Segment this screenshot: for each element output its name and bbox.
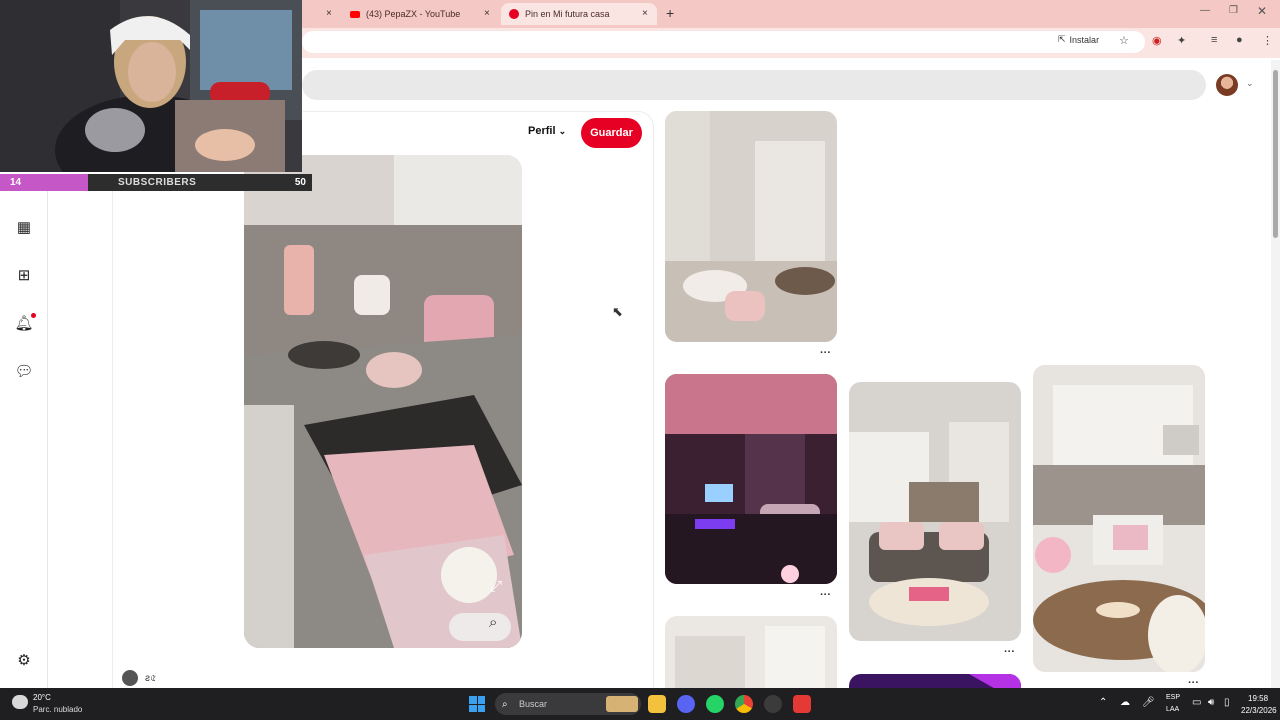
close-tab-icon[interactable]: × [326, 8, 332, 19]
pin-author-name[interactable]: ƨ৫ [145, 671, 157, 688]
related-pin-image[interactable] [665, 616, 837, 691]
menu-kebab-icon[interactable]: ⋮ [1262, 34, 1273, 47]
settings-gear-icon[interactable]: ⚙ [14, 651, 34, 671]
pinterest-icon [509, 9, 519, 19]
language-indicator[interactable]: ESP [1166, 694, 1180, 701]
install-icon: ⇱ [1058, 34, 1066, 44]
tab-pinterest[interactable]: Pin en Mi futura casa [501, 3, 657, 25]
pin-main-image[interactable] [244, 155, 522, 648]
weather-description[interactable]: Parc. nublado [33, 705, 82, 714]
subscriber-goal: 50 [294, 177, 306, 188]
messages-icon[interactable]: 💬︎ [14, 362, 34, 382]
tab-label: (43) PepaZX - YouTube [366, 9, 461, 19]
extension-icon[interactable]: ◉ [1152, 34, 1162, 47]
minimize-icon[interactable]: — [1200, 5, 1210, 16]
maximize-icon[interactable]: ❐ [1229, 5, 1238, 16]
microphone-icon[interactable]: 🎤︎ [1142, 697, 1155, 708]
save-button[interactable]: Guardar [581, 118, 642, 148]
battery-icon[interactable]: ▯ [1224, 697, 1230, 708]
clock-date[interactable]: 22/3/2026 [1241, 706, 1277, 715]
obs-icon[interactable] [764, 695, 782, 713]
pin-author-avatar[interactable] [122, 670, 138, 686]
more-options-icon[interactable]: ··· [820, 589, 831, 601]
profile-board-selector[interactable]: Perfil ⌄ [528, 125, 566, 137]
tab-label: Pin en Mi futura casa [525, 9, 610, 19]
related-pin-image[interactable] [665, 374, 837, 584]
chrome-icon[interactable] [735, 695, 753, 713]
youtube-icon [350, 10, 360, 18]
search-placeholder: Buscar [519, 699, 548, 709]
profile-icon[interactable]: ● [1236, 34, 1243, 46]
scrollbar-thumb[interactable] [1273, 70, 1278, 238]
tray-chevron-icon[interactable]: ⌃ [1099, 697, 1107, 708]
notification-dot [31, 313, 36, 318]
search-icon: ⌕ [502, 698, 508, 710]
boards-icon[interactable]: ▦ [14, 218, 34, 238]
webcam-overlay [0, 0, 302, 172]
visual-search-icon[interactable]: ⌕ [489, 614, 497, 631]
close-tab-icon[interactable]: × [642, 8, 648, 19]
search-highlight-image[interactable] [606, 696, 638, 712]
subscriber-label: SUBSCRIBERS [118, 177, 197, 188]
bookmark-star-icon[interactable]: ☆ [1119, 34, 1129, 47]
windows-start-icon[interactable] [469, 696, 485, 712]
volume-icon[interactable]: 🔊︎ [1208, 697, 1214, 708]
extensions-puzzle-icon[interactable]: ✦ [1177, 34, 1186, 47]
mouse-cursor-icon: ⬉ [612, 304, 623, 319]
close-tab-icon[interactable]: × [484, 8, 490, 19]
address-bar[interactable] [302, 31, 1145, 53]
new-tab-button[interactable]: + [666, 5, 674, 21]
tab-youtube[interactable]: (43) PepaZX - YouTube [342, 3, 500, 25]
more-options-icon[interactable]: ··· [1004, 646, 1015, 658]
close-window-icon[interactable]: ✕ [1257, 4, 1267, 18]
user-avatar[interactable] [1216, 74, 1238, 96]
clock-time[interactable]: 19:58 [1248, 694, 1268, 703]
keyboard-layout-indicator[interactable]: LAA [1166, 706, 1179, 713]
chevron-down-icon[interactable]: ⌄ [1246, 78, 1254, 89]
discord-icon[interactable] [677, 695, 695, 713]
pinterest-search-input[interactable] [302, 70, 1206, 100]
chevron-down-icon: ⌄ [558, 126, 567, 136]
reading-list-icon[interactable]: ≡ [1211, 34, 1217, 46]
sidebar-divider [47, 190, 48, 690]
weather-cloud-icon[interactable] [12, 695, 28, 709]
related-pin-image[interactable] [1033, 365, 1205, 672]
file-explorer-icon[interactable] [648, 695, 666, 713]
display-icon[interactable]: ▭ [1192, 697, 1201, 708]
install-button[interactable]: ⇱ Instalar [1058, 34, 1099, 45]
subscriber-progress-fill: 14 [0, 174, 88, 191]
network-tray-icon[interactable]: ☁ [1120, 697, 1130, 708]
subscriber-goal-bar: 14 SUBSCRIBERS 50 [0, 174, 312, 191]
sidebar-divider [112, 190, 113, 690]
whatsapp-icon[interactable] [706, 695, 724, 713]
install-label: Instalar [1069, 34, 1100, 45]
expand-icon[interactable]: ⤢ [490, 578, 502, 595]
recording-app-icon[interactable] [793, 695, 811, 713]
related-pin-image[interactable] [665, 111, 837, 342]
create-icon[interactable]: ⊞ [14, 266, 34, 286]
more-options-icon[interactable]: ··· [820, 347, 831, 359]
related-pin-image[interactable] [849, 382, 1021, 641]
weather-temperature[interactable]: 20°C [33, 693, 51, 702]
